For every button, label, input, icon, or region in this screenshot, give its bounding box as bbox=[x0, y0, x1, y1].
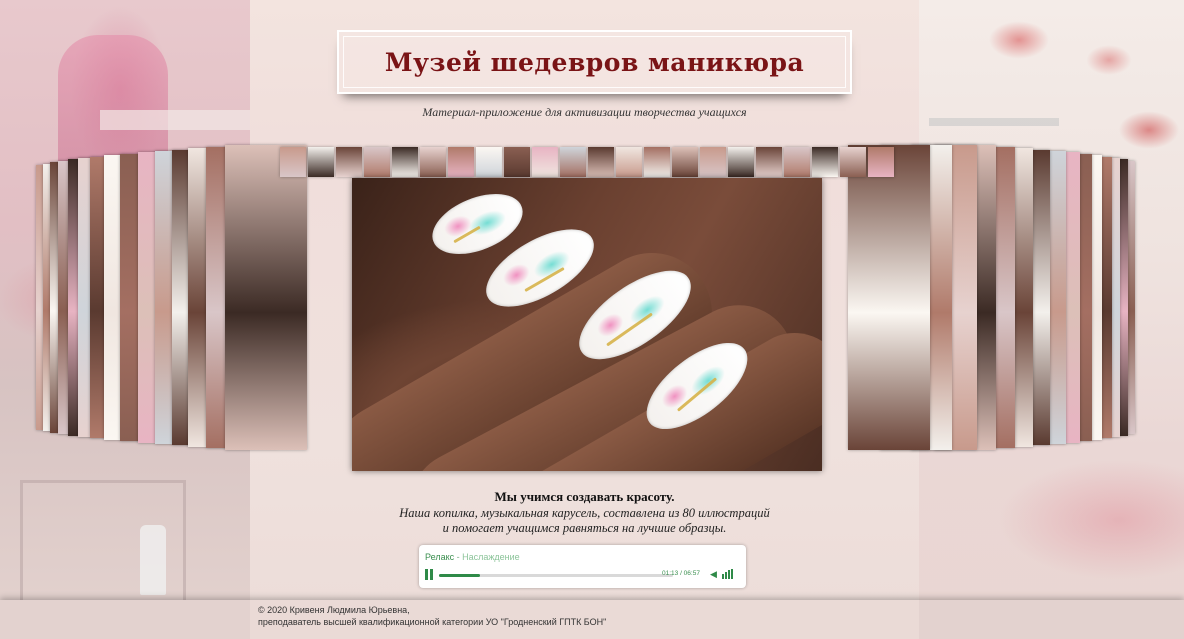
salon-shelf bbox=[929, 118, 1059, 126]
carousel-photo-strip[interactable] bbox=[588, 147, 614, 177]
title-frame: Музей шедевров маникюра bbox=[337, 30, 852, 94]
carousel-photo-strip[interactable] bbox=[784, 147, 810, 177]
carousel-photo-strip[interactable] bbox=[644, 147, 670, 177]
carousel-photo-strip[interactable] bbox=[448, 147, 474, 177]
pause-icon bbox=[425, 569, 428, 580]
footer-author: преподаватель высшей квалификационной ка… bbox=[258, 617, 607, 627]
track-title: Релакс - Наслаждение bbox=[425, 552, 520, 562]
track-artist[interactable]: Релакс bbox=[425, 552, 454, 562]
pause-icon bbox=[430, 569, 433, 580]
page-subtitle: Материал-приложение для активизации твор… bbox=[422, 105, 747, 119]
carousel-photo-strip[interactable] bbox=[308, 147, 334, 177]
carousel-photo-strip[interactable] bbox=[392, 147, 418, 177]
carousel-photo-strip[interactable] bbox=[420, 147, 446, 177]
time-display: 01:13 / 06:57 bbox=[662, 570, 700, 577]
carousel-photo-strip[interactable] bbox=[840, 147, 866, 177]
track-separator: - bbox=[454, 552, 463, 562]
carousel-photo-strip[interactable] bbox=[812, 147, 838, 177]
speaker-icon[interactable]: ◀ bbox=[710, 569, 717, 580]
salon-table bbox=[100, 110, 250, 130]
carousel-photo-strip[interactable] bbox=[476, 147, 502, 177]
carousel-photo-strip[interactable] bbox=[504, 147, 530, 177]
track-song[interactable]: Наслаждение bbox=[462, 552, 520, 562]
carousel-photo-strip[interactable] bbox=[616, 147, 642, 177]
page-title: Музей шедевров маникюра bbox=[384, 47, 805, 77]
progress-fill bbox=[439, 574, 480, 577]
carousel-photo-strip[interactable] bbox=[364, 147, 390, 177]
carousel-photo-strip[interactable] bbox=[532, 147, 558, 177]
carousel-photo-strip[interactable] bbox=[336, 147, 362, 177]
carousel-photo-strip[interactable] bbox=[728, 147, 754, 177]
carousel-photo-strip[interactable] bbox=[672, 147, 698, 177]
carousel-photo-strip[interactable] bbox=[225, 145, 307, 450]
salon-bottle bbox=[140, 525, 166, 595]
volume-control[interactable]: ◀ bbox=[710, 569, 738, 580]
caption-title: Мы учимся создавать красоту. bbox=[494, 489, 675, 504]
carousel-photo-strip[interactable] bbox=[700, 147, 726, 177]
pause-button[interactable] bbox=[424, 569, 434, 580]
carousel-photo-strip[interactable] bbox=[756, 147, 782, 177]
carousel-photo-strip[interactable] bbox=[848, 145, 930, 450]
caption-line-2: и помогает учащимся равняться на лучшие … bbox=[442, 521, 727, 535]
carousel-photo-strip[interactable] bbox=[280, 147, 306, 177]
footer-copyright: © 2020 Кривеня Людмила Юрьевна, bbox=[258, 605, 410, 615]
progress-bar[interactable] bbox=[439, 574, 673, 577]
carousel-photo-strip[interactable] bbox=[560, 147, 586, 177]
music-player: Релакс - Наслаждение 01:13 / 06:57 ◀ bbox=[419, 545, 746, 588]
carousel-current-photo[interactable] bbox=[352, 178, 822, 471]
carousel-photo-strip[interactable] bbox=[868, 147, 894, 177]
caption-line-1: Наша копилка, музыкальная карусель, сост… bbox=[399, 506, 770, 520]
